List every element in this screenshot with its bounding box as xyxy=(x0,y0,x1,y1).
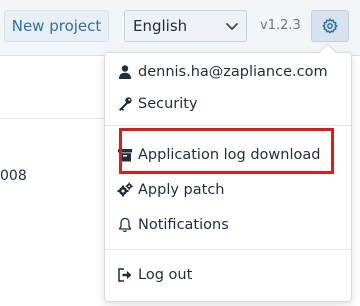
user-icon xyxy=(119,65,131,79)
menu-item-notifications[interactable]: Notifications xyxy=(117,211,341,239)
menu-item-application-log-download[interactable]: Application log download xyxy=(117,141,341,169)
new-project-button[interactable]: New project xyxy=(4,10,109,42)
menu-item-security[interactable]: Security xyxy=(117,90,341,118)
sign-out-icon xyxy=(118,268,132,282)
version-label: v1.2.3 xyxy=(260,18,301,33)
gear-icon xyxy=(322,18,338,34)
menu-item-label: Apply patch xyxy=(138,182,225,198)
menu-item-label: Security xyxy=(138,96,198,112)
settings-button[interactable] xyxy=(311,10,349,42)
menu-item-label: dennis.ha@zapliance.com xyxy=(138,64,328,80)
menu-item-label: Notifications xyxy=(138,217,229,233)
menu-divider xyxy=(105,125,351,126)
top-toolbar: New project English v1.2.3 xyxy=(0,0,360,56)
menu-divider xyxy=(105,249,351,250)
user-dropdown-menu: dennis.ha@zapliance.com Security Applica… xyxy=(104,43,352,302)
language-select-value: English xyxy=(133,17,188,35)
menu-item-label: Log out xyxy=(138,267,193,283)
language-select[interactable]: English xyxy=(124,10,247,42)
cogs-icon xyxy=(117,182,133,197)
menu-item-log-out[interactable]: Log out xyxy=(117,261,341,289)
background-partial-text: 008 xyxy=(0,168,27,184)
key-icon xyxy=(119,97,132,111)
archive-icon xyxy=(118,149,132,162)
menu-item-user-email[interactable]: dennis.ha@zapliance.com xyxy=(117,58,341,86)
bell-icon xyxy=(118,217,132,232)
chevron-down-icon xyxy=(226,23,238,30)
menu-item-apply-patch[interactable]: Apply patch xyxy=(117,176,341,204)
app-root: New project English v1.2.3 008 dennis.ha… xyxy=(0,0,360,306)
background-divider xyxy=(0,118,110,119)
menu-item-label: Application log download xyxy=(138,147,321,163)
